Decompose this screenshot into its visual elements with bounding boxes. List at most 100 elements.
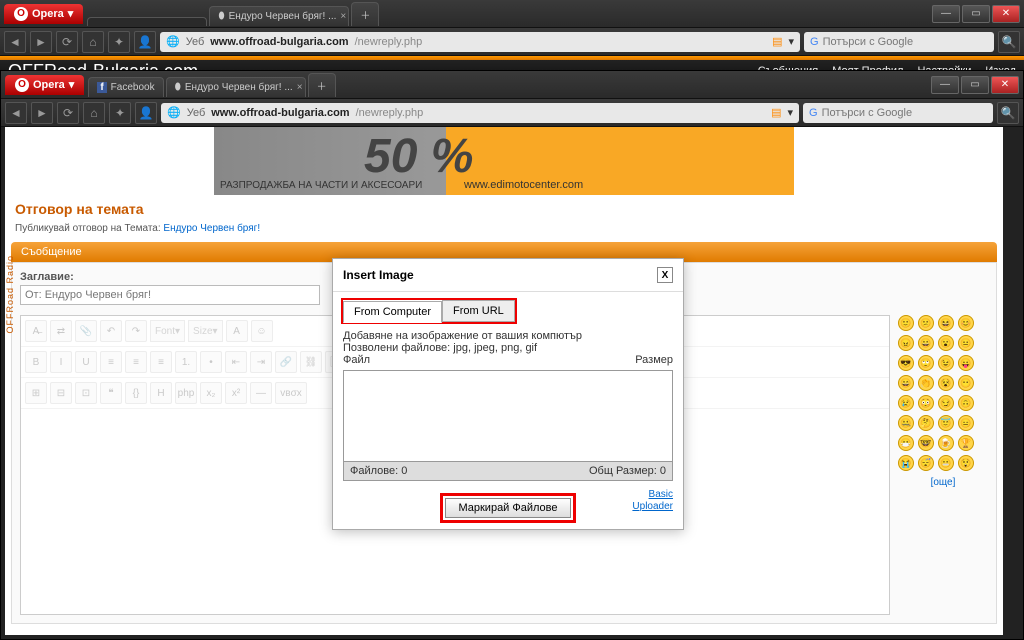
tb-color: A (226, 320, 248, 342)
dialog-close-button[interactable]: X (657, 267, 673, 283)
smilie[interactable]: 😏 (938, 395, 954, 411)
smilie[interactable]: 😑 (958, 415, 974, 431)
home-button[interactable]: ⌂ (82, 31, 104, 53)
smilie[interactable]: 😠 (898, 335, 914, 351)
smilie[interactable]: 😭 (898, 455, 914, 471)
smilie[interactable]: 😛 (958, 355, 974, 371)
smilie[interactable]: 🏆 (958, 435, 974, 451)
tab-from-computer[interactable]: From Computer (343, 301, 442, 323)
smilie[interactable]: 😷 (898, 435, 914, 451)
insert-image-dialog: Insert Image X From Computer From URL До… (332, 258, 684, 530)
smilie[interactable]: 👏 (918, 375, 934, 391)
browser-tab-facebook[interactable]: fFacebook (88, 77, 163, 97)
files-count: Файлове: 0 (350, 465, 407, 477)
chevron-down-icon[interactable]: ▾ (788, 35, 794, 48)
side-radio-label[interactable]: OFFRoad Radio (5, 255, 15, 334)
address-bar[interactable]: 🌐 Уеб www.offroad-bulgaria.com/newreply.… (161, 103, 799, 123)
forward-button[interactable]: ► (30, 31, 52, 53)
zoom-button[interactable]: 🔍 (997, 102, 1019, 124)
tb-font: Font ▾ (150, 320, 185, 342)
minimize-button[interactable]: — (931, 76, 959, 94)
smilie[interactable]: 😳 (918, 395, 934, 411)
reply-subtext: Публикувай отговор на Темата: Ендуро Чер… (5, 223, 1003, 238)
ad-banner[interactable]: 50 % РАЗПРОДАЖБА НА ЧАСТИ И АКСЕСОАРИ ww… (214, 127, 794, 195)
user-icon[interactable]: 👤 (135, 102, 157, 124)
opera-menu-button[interactable]: OOpera ▾ (4, 4, 83, 24)
chevron-down-icon[interactable]: ▾ (787, 106, 793, 119)
new-tab-button[interactable]: ＋ (308, 73, 336, 97)
smilie[interactable]: 😶 (958, 375, 974, 391)
close-button[interactable]: ✕ (991, 76, 1019, 94)
tb-switch: ⇄ (50, 320, 72, 342)
home-button[interactable]: ⌂ (83, 102, 105, 124)
smilie[interactable]: 😐 (958, 335, 974, 351)
wand-button[interactable]: ✦ (109, 102, 131, 124)
tab-from-url[interactable]: From URL (442, 300, 515, 322)
smilie[interactable]: 😆 (938, 315, 954, 331)
smilie[interactable]: 😮 (938, 335, 954, 351)
smilie[interactable]: 😎 (898, 355, 914, 371)
forward-button[interactable]: ► (31, 102, 53, 124)
mark-files-button[interactable]: Маркирай Файлове (445, 498, 570, 518)
close-icon[interactable]: × (297, 82, 303, 93)
search-input[interactable]: GПотърси с Google (803, 103, 993, 123)
smilie[interactable]: 😕 (918, 315, 934, 331)
smilie[interactable]: 😢 (898, 395, 914, 411)
tb-bold: B (25, 351, 47, 373)
outer-tab-bar: ⬮Ендуро Червен бряг! ...× ＋ (87, 2, 932, 26)
close-button[interactable]: ✕ (992, 5, 1020, 23)
new-tab-button[interactable]: ＋ (351, 2, 379, 26)
basic-uploader-link[interactable]: BasicUploader (632, 489, 673, 513)
tb-unlink: ⛓ (300, 351, 322, 373)
globe-icon: 🌐 (167, 106, 181, 119)
thread-link[interactable]: Ендуро Червен бряг! (163, 223, 260, 234)
smilie[interactable]: 😀 (918, 335, 934, 351)
browser-tab[interactable]: ⬮Ендуро Червен бряг! ...× (166, 77, 306, 97)
zoom-button[interactable]: 🔍 (998, 31, 1020, 53)
user-icon[interactable]: 👤 (134, 31, 156, 53)
maximize-button[interactable]: ▭ (962, 5, 990, 23)
tb-removefmt: A̶ (25, 320, 47, 342)
close-icon[interactable]: × (340, 11, 346, 22)
smilie[interactable]: 😴 (918, 455, 934, 471)
back-button[interactable]: ◄ (5, 102, 27, 124)
smilie[interactable]: 🤐 (898, 415, 914, 431)
search-input[interactable]: GПотърси с Google (804, 32, 994, 52)
address-bar[interactable]: 🌐 Уеб www.offroad-bulgaria.com/newreply.… (160, 32, 800, 52)
smilie[interactable]: 😬 (938, 455, 954, 471)
maximize-button[interactable]: ▭ (961, 76, 989, 94)
page-title: Отговор на темата (5, 195, 1003, 223)
tb-underline: U (75, 351, 97, 373)
minimize-button[interactable]: — (932, 5, 960, 23)
upload-description: Добавяне на изображение от вашия компютъ… (343, 330, 673, 342)
dialog-tabs: From Computer From URL (341, 298, 517, 324)
smilie[interactable]: 🙃 (958, 395, 974, 411)
smilie[interactable]: 🤓 (918, 435, 934, 451)
smilie[interactable]: 🤔 (918, 415, 934, 431)
smilie[interactable]: 😉 (938, 355, 954, 371)
title-input[interactable] (20, 285, 320, 305)
smilie[interactable]: 😄 (898, 375, 914, 391)
smilie[interactable]: 🙂 (898, 315, 914, 331)
globe-icon: 🌐 (166, 35, 180, 48)
reload-button[interactable]: ⟳ (57, 102, 79, 124)
opera-menu-button[interactable]: OOpera ▾ (5, 75, 84, 95)
smilie[interactable]: 😊 (958, 315, 974, 331)
smilie[interactable]: 🍺 (938, 435, 954, 451)
inner-nav-bar: ◄ ► ⟳ ⌂ ✦ 👤 🌐 Уеб www.offroad-bulgaria.c… (1, 99, 1023, 127)
reload-button[interactable]: ⟳ (56, 31, 78, 53)
browser-tab[interactable] (87, 17, 207, 26)
more-smilies-link[interactable]: [още] (898, 477, 988, 488)
back-button[interactable]: ◄ (4, 31, 26, 53)
dialog-title: Insert Image (343, 268, 414, 282)
rss-icon[interactable]: ▤ (771, 106, 781, 119)
browser-tab[interactable]: ⬮Ендуро Червен бряг! ...× (209, 6, 349, 26)
smilie[interactable]: 😲 (958, 455, 974, 471)
smilie[interactable]: 😵 (938, 375, 954, 391)
smilie[interactable]: 🙄 (918, 355, 934, 371)
smilie[interactable]: 😇 (938, 415, 954, 431)
col-file: Файл (343, 354, 370, 366)
rss-icon[interactable]: ▤ (772, 35, 782, 48)
inner-titlebar: OOpera ▾ fFacebook ⬮Ендуро Червен бряг! … (1, 71, 1023, 99)
wand-button[interactable]: ✦ (108, 31, 130, 53)
